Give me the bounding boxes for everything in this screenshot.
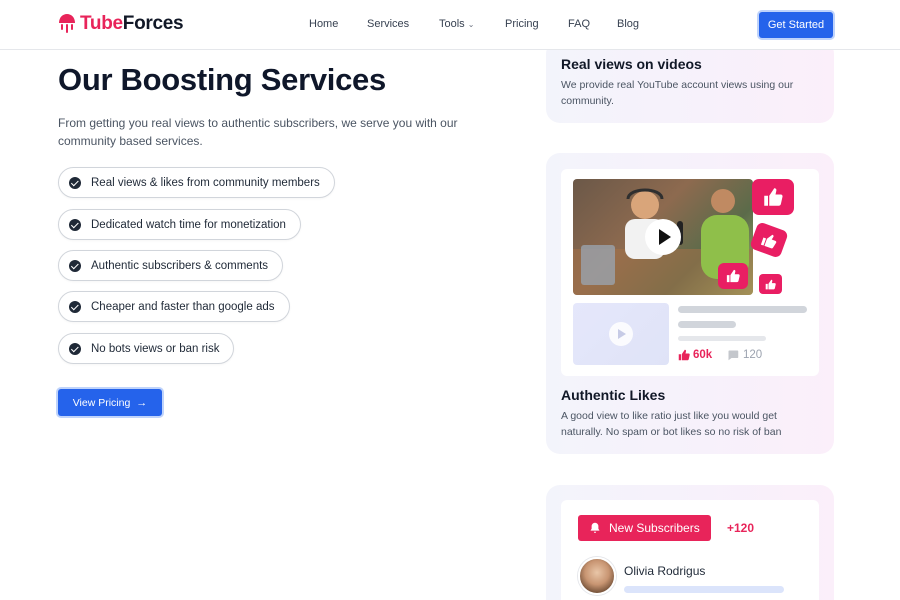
new-subscribers-badge: New Subscribers [578,515,711,541]
play-icon [609,322,633,346]
subscribers-illustration: New Subscribers +120 Olivia Rodrigus [561,500,819,600]
nav-item-pricing[interactable]: Pricing [505,18,539,30]
video-thumbnail-placeholder [573,303,669,365]
placeholder-line [678,336,766,341]
placeholder-line [624,586,784,593]
nav-item-tools[interactable]: Tools ⌄ [439,18,474,30]
placeholder-line [678,306,807,313]
comments-count: 120 [743,349,763,361]
nav-item-home[interactable]: Home [309,18,338,30]
avatar [578,557,616,595]
jellyfish-logo-icon [59,14,75,33]
likes-stat: 60k [678,349,712,361]
check-circle-icon [69,259,81,272]
feature-label: Cheaper and faster than google ads [91,300,275,313]
feature-pill: Real views & likes from community member… [58,167,335,198]
feature-pill: No bots views or ban risk [58,333,235,364]
new-subscribers-label: New Subscribers [609,521,700,535]
nav-item-services[interactable]: Services [367,18,409,30]
nav-item-faq[interactable]: FAQ [568,18,590,30]
check-circle-icon [69,218,81,231]
view-pricing-button[interactable]: View Pricing → [58,389,162,416]
thumbs-up-icon [749,221,789,259]
video-thumbnail [573,179,753,295]
check-circle-icon [69,176,81,189]
feature-label: Authentic subscribers & comments [91,259,269,272]
check-circle-icon [69,300,81,313]
comment-icon [728,350,739,361]
subscriber-name: Olivia Rodrigus [624,564,706,578]
brand-name: TubeForces [80,13,184,34]
hero-description: From getting you real views to authentic… [58,116,458,148]
check-circle-icon [69,342,81,355]
thumbs-up-icon [718,263,748,289]
feature-pill: Authentic subscribers & comments [58,250,284,281]
placeholder-line [678,321,736,328]
get-started-button[interactable]: Get Started [759,12,833,38]
likes-count: 60k [693,349,713,361]
chevron-down-icon: ⌄ [467,20,475,29]
nav-item-blog[interactable]: Blog [617,18,639,30]
likes-illustration: 60k 120 [561,169,819,376]
feature-label: Dedicated watch time for monetization [91,218,286,231]
subscribers-service-card: New Subscribers +120 Olivia Rodrigus [546,485,834,600]
thumbs-up-icon [759,274,782,294]
site-header: TubeForces Home Services Tools ⌄ Pricing … [0,0,900,50]
feature-label: Real views & likes from community member… [91,176,320,189]
likes-service-card: 60k 120 Authentic Likes A good view to l… [546,153,834,454]
thumbs-up-icon [752,179,794,215]
views-card-title: Real views on videos [561,56,702,72]
views-service-card: Real views on videos We provide real You… [546,40,834,123]
nav-item-tools-label: Tools [439,18,465,30]
likes-card-description: A good view to like ratio just like you … [561,410,782,438]
feature-pill: Dedicated watch time for monetization [58,209,301,240]
views-card-description: We provide real YouTube account views us… [561,79,794,107]
feature-label: No bots views or ban risk [91,342,220,355]
bell-icon [590,522,600,533]
view-pricing-label: View Pricing [72,396,131,409]
comments-stat: 120 [727,349,762,361]
feature-pill: Cheaper and faster than google ads [58,291,290,322]
likes-card-title: Authentic Likes [561,387,666,403]
subscribers-count: +120 [727,521,755,535]
page-title: Our Boosting Services [58,62,386,97]
play-icon[interactable] [645,219,681,255]
arrow-right-icon: → [136,396,148,409]
brand-logo[interactable]: TubeForces [58,13,184,35]
thumbs-up-icon [678,349,690,361]
